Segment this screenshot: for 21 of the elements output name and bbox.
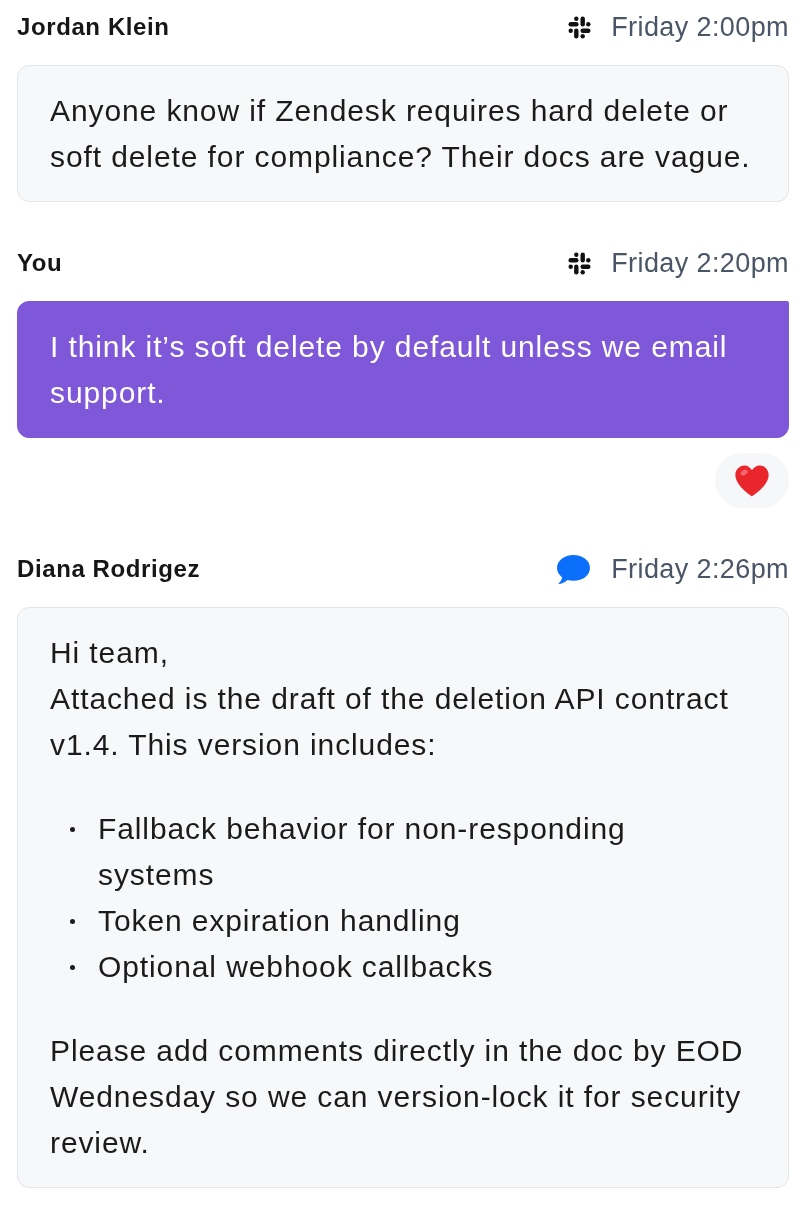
- timestamp: Friday 2:26pm: [611, 553, 789, 585]
- heart-icon: [733, 463, 771, 498]
- timestamp: Friday 2:20pm: [611, 247, 789, 279]
- bullet-icon: [70, 965, 75, 970]
- message-text: Attached is the draft of the deletion API contract v1.4. This version includes:: [50, 681, 730, 763]
- message-text: Anyone know if Zendesk requires hard delete or soft delete for compliance? Their docs are vague.: [50, 93, 752, 175]
- sender-name: You: [17, 249, 63, 277]
- bullet-icon: [70, 919, 75, 924]
- bullet-icon: [70, 827, 75, 832]
- chat-bubble-icon: [556, 553, 592, 585]
- list-item-text: Fallback behavior for non-responding systems: [98, 811, 627, 893]
- hash-icon: [568, 15, 592, 39]
- hash-icon: [568, 251, 592, 275]
- sender-name: Jordan Klein: [17, 13, 170, 41]
- message-text: Hi team,: [50, 635, 170, 671]
- list-item-text: Optional webhook callbacks: [98, 949, 494, 985]
- message-text: I think it’s soft delete by default unless we email support.: [50, 329, 729, 411]
- list-item-text: Token expiration handling: [98, 903, 461, 939]
- timestamp: Friday 2:00pm: [611, 11, 789, 43]
- sender-name: Diana Rodrigez: [17, 555, 201, 583]
- message-text: Please add comments directly in the doc by EOD Wednesday so we can version-lock it for security review.: [50, 1033, 745, 1161]
